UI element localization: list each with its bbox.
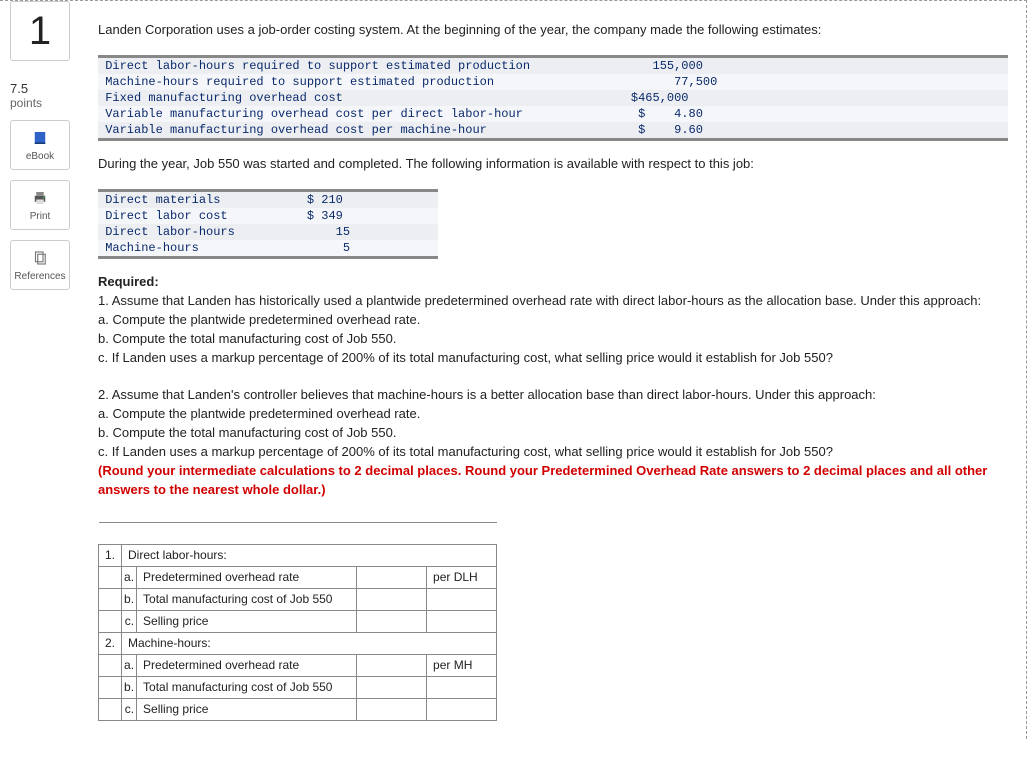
req-2: 2. Assume that Landen's controller belie… xyxy=(98,387,876,402)
sec2-num: 2. xyxy=(99,632,122,654)
req-2c: c. If Landen uses a markup percentage of… xyxy=(98,444,833,459)
job-row-3: Direct labor-hours 15 xyxy=(98,225,350,239)
est-row-3: Fixed manufacturing overhead cost $465,0… xyxy=(98,91,689,105)
sec1-row-a: a. Predetermined overhead rate per DLH xyxy=(99,566,497,588)
req-1a: a. Compute the plantwide predetermined o… xyxy=(98,312,420,327)
sec2-row-a: a. Predetermined overhead rate per MH xyxy=(99,654,497,676)
unit-mh: per MH xyxy=(427,654,497,676)
sec2-row-b: b. Total manufacturing cost of Job 550 xyxy=(99,676,497,698)
est-row-2: Machine-hours required to support estima… xyxy=(98,75,717,89)
input-2c[interactable] xyxy=(357,698,427,720)
input-1a[interactable] xyxy=(357,566,427,588)
est-row-1: Direct labor-hours required to support e… xyxy=(98,59,703,73)
est-row-4: Variable manufacturing overhead cost per… xyxy=(98,107,703,121)
req-1: 1. Assume that Landen has historically u… xyxy=(98,293,981,308)
sec1-row-b: b. Total manufacturing cost of Job 550 xyxy=(99,588,497,610)
req-2a: a. Compute the plantwide predetermined o… xyxy=(98,406,420,421)
question-page: 1 7.5 points eBook Print References Land… xyxy=(0,0,1027,739)
references-button[interactable]: References xyxy=(10,240,70,290)
req-1c: c. If Landen uses a markup percentage of… xyxy=(98,350,833,365)
input-2a[interactable] xyxy=(357,654,427,676)
question-number: 1 xyxy=(29,9,51,54)
sec1-row-c: c. Selling price xyxy=(99,610,497,632)
ebook-button[interactable]: eBook xyxy=(10,120,70,170)
intro-text-1: Landen Corporation uses a job-order cost… xyxy=(98,21,1008,39)
estimates-block: Direct labor-hours required to support e… xyxy=(98,55,1008,141)
rounding-note: (Round your intermediate calculations to… xyxy=(98,463,987,497)
references-label: References xyxy=(14,271,65,282)
print-label: Print xyxy=(30,211,51,222)
unit-dlh: per DLH xyxy=(427,566,497,588)
section-2-header-row: 2. Machine-hours: xyxy=(99,632,497,654)
required-section: Required: 1. Assume that Landen has hist… xyxy=(98,273,1008,499)
sec1-num: 1. xyxy=(99,544,122,566)
points-label: points xyxy=(10,96,80,110)
job-row-1: Direct materials $ 210 xyxy=(98,193,343,207)
blank-row xyxy=(99,522,497,544)
job-block: Direct materials $ 210 Direct labor cost… xyxy=(98,189,438,259)
job-row-2: Direct labor cost $ 349 xyxy=(98,209,343,223)
section-1-header-row: 1. Direct labor-hours: xyxy=(99,544,497,566)
question-number-box: 1 xyxy=(10,1,70,61)
answer-table: 1. Direct labor-hours: a. Predetermined … xyxy=(98,522,497,721)
left-sidebar: 1 7.5 points eBook Print References xyxy=(0,1,80,296)
input-1c[interactable] xyxy=(357,610,427,632)
input-2b[interactable] xyxy=(357,676,427,698)
sec1-title: Direct labor-hours: xyxy=(122,544,497,566)
ebook-label: eBook xyxy=(26,151,54,162)
job-row-4: Machine-hours 5 xyxy=(98,241,350,255)
req-2b: b. Compute the total manufacturing cost … xyxy=(98,425,396,440)
copy-icon xyxy=(31,249,49,267)
sec2-row-c: c. Selling price xyxy=(99,698,497,720)
points-value: 7.5 xyxy=(10,81,80,96)
printer-icon xyxy=(31,189,49,207)
intro-text-2: During the year, Job 550 was started and… xyxy=(98,155,1008,173)
main-content: Landen Corporation uses a job-order cost… xyxy=(80,1,1026,739)
book-icon xyxy=(31,129,49,147)
est-row-5: Variable manufacturing overhead cost per… xyxy=(98,123,703,137)
req-1b: b. Compute the total manufacturing cost … xyxy=(98,331,396,346)
required-heading: Required: xyxy=(98,274,159,289)
input-1b[interactable] xyxy=(357,588,427,610)
sec2-title: Machine-hours: xyxy=(122,632,497,654)
print-button[interactable]: Print xyxy=(10,180,70,230)
points-box: 7.5 points xyxy=(0,81,80,110)
